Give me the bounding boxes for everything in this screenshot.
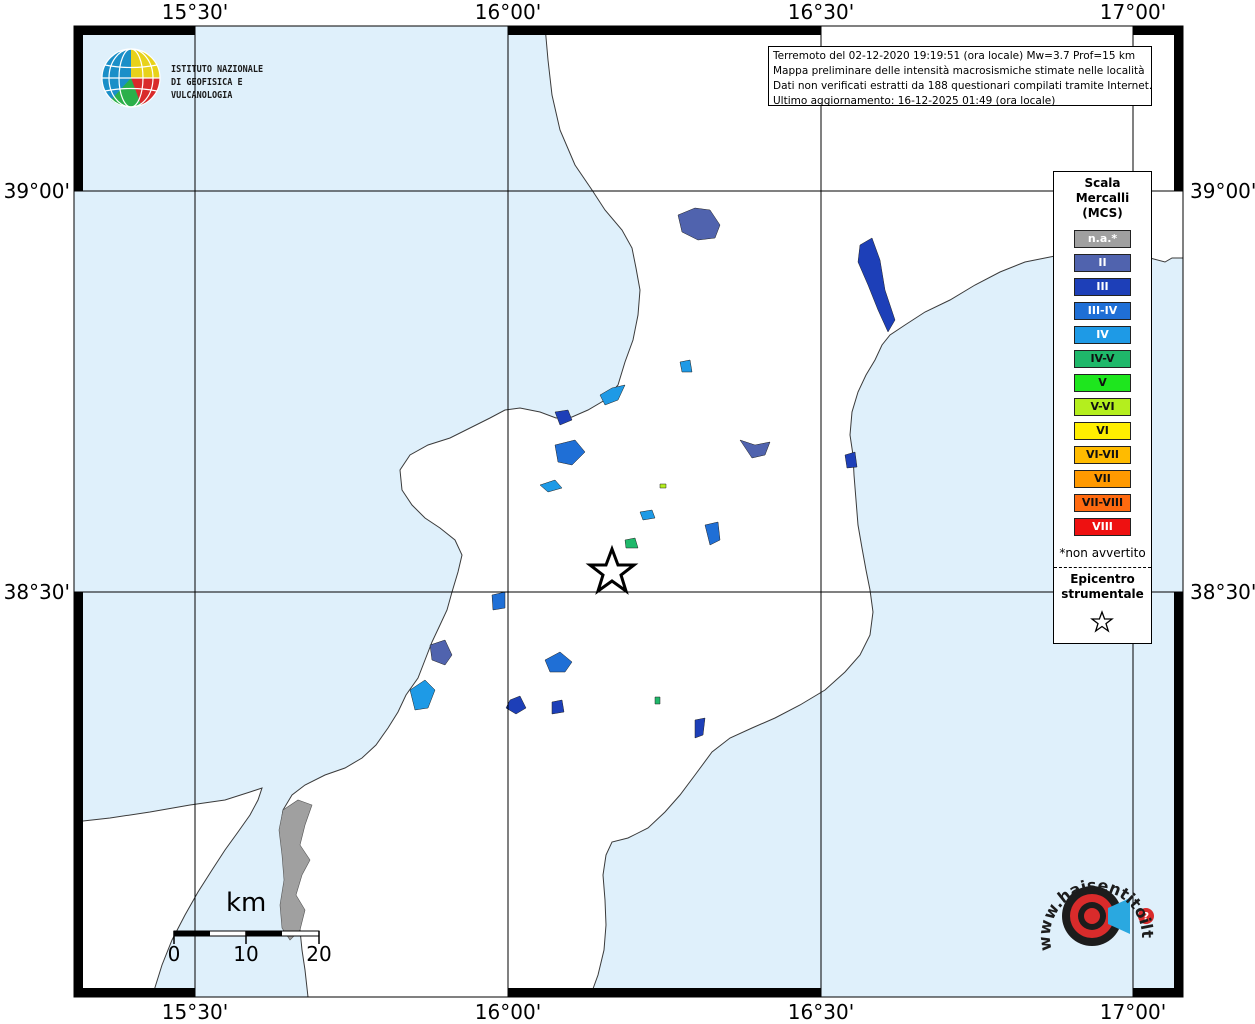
info-line-4: Ultimo aggiornamento: 16-12-2025 01:49 (…: [773, 95, 1056, 106]
patch-iii: [551, 699, 565, 715]
legend-separator: [1054, 567, 1151, 568]
lon-label-17-00-top: 17°00': [1099, 0, 1167, 24]
patch-iii: [844, 451, 858, 469]
patch-iv: [639, 509, 656, 521]
legend-item: VII-VIII: [1074, 494, 1131, 512]
info-line-3: Dati non verificati estratti da 188 ques…: [773, 80, 1152, 92]
lon-label-17-00-bottom: 17°00': [1099, 1000, 1167, 1024]
lat-label-38-30-right: 38°30': [1190, 580, 1255, 604]
scale-tick-20: 20: [306, 942, 332, 966]
star-icon: [1090, 610, 1114, 633]
legend-item: VIII: [1074, 518, 1131, 536]
scale-title: km: [226, 888, 267, 918]
legend-item: VI-VII: [1074, 446, 1131, 464]
lon-label-16-30-top: 16°30': [787, 0, 855, 24]
scale-tick-10: 10: [233, 942, 259, 966]
ingv-logo-text: ISTITUTO NAZIONALE DI GEOFISICA E VULCAN…: [171, 63, 299, 102]
scale-bar: km 0 10 20: [167, 888, 340, 968]
lat-label-38-30-left: 38°30': [3, 580, 70, 604]
lon-label-16-00-top: 16°00': [474, 0, 542, 24]
event-info-box: Terremoto del 02-12-2020 19:19:51 (ora l…: [768, 46, 1152, 106]
legend-item: IV: [1074, 326, 1131, 344]
info-line-1: Terremoto del 02-12-2020 19:19:51 (ora l…: [773, 50, 1136, 62]
legend-epicenter-label: Epicentro strumentale: [1061, 572, 1144, 601]
patch-v-vi: [659, 483, 667, 489]
legend-item: V-VI: [1074, 398, 1131, 416]
lat-label-39-00-right: 39°00': [1190, 179, 1255, 203]
patch-iv: [679, 359, 693, 373]
mcs-legend: Scala Mercalli (MCS) n.a.* II III III-IV IV I…: [1053, 171, 1152, 644]
lon-label-16-00-bottom: 16°00': [474, 1000, 542, 1024]
legend-title: Scala Mercalli (MCS): [1075, 176, 1130, 220]
legend-item: IV-V: [1074, 350, 1131, 368]
legend-item: n.a.*: [1074, 230, 1131, 248]
legend-note: *non avvertito: [1059, 546, 1146, 560]
ingv-line-1: ISTITUTO NAZIONALE: [171, 64, 264, 75]
lon-label-16-30-bottom: 16°30': [787, 1000, 855, 1024]
legend-item: III: [1074, 278, 1131, 296]
lat-label-39-00-left: 39°00': [3, 179, 70, 203]
info-line-2: Mappa preliminare delle intensità macros…: [773, 65, 1145, 77]
ingv-logo: ISTITUTO NAZIONALE DI GEOFISICA E VULCAN…: [101, 48, 321, 110]
patch-iv-v: [654, 696, 661, 705]
legend-item: V: [1074, 374, 1131, 392]
lon-label-15-30-bottom: 15°30': [161, 1000, 229, 1024]
ingv-globe-icon: [101, 48, 161, 108]
scale-tick-0: 0: [167, 942, 181, 966]
ingv-line-2: DI GEOFISICA E VULCANOLOGIA: [171, 77, 243, 101]
legend-item: VI: [1074, 422, 1131, 440]
patch-iii-iv: [491, 591, 506, 611]
haisentito-logo-icon: ? www.haisentitoilterremoto.it: [1030, 858, 1157, 952]
legend-item: III-IV: [1074, 302, 1131, 320]
lon-label-15-30-top: 15°30': [161, 0, 229, 24]
legend-item: II: [1074, 254, 1131, 272]
legend-item: VII: [1074, 470, 1131, 488]
